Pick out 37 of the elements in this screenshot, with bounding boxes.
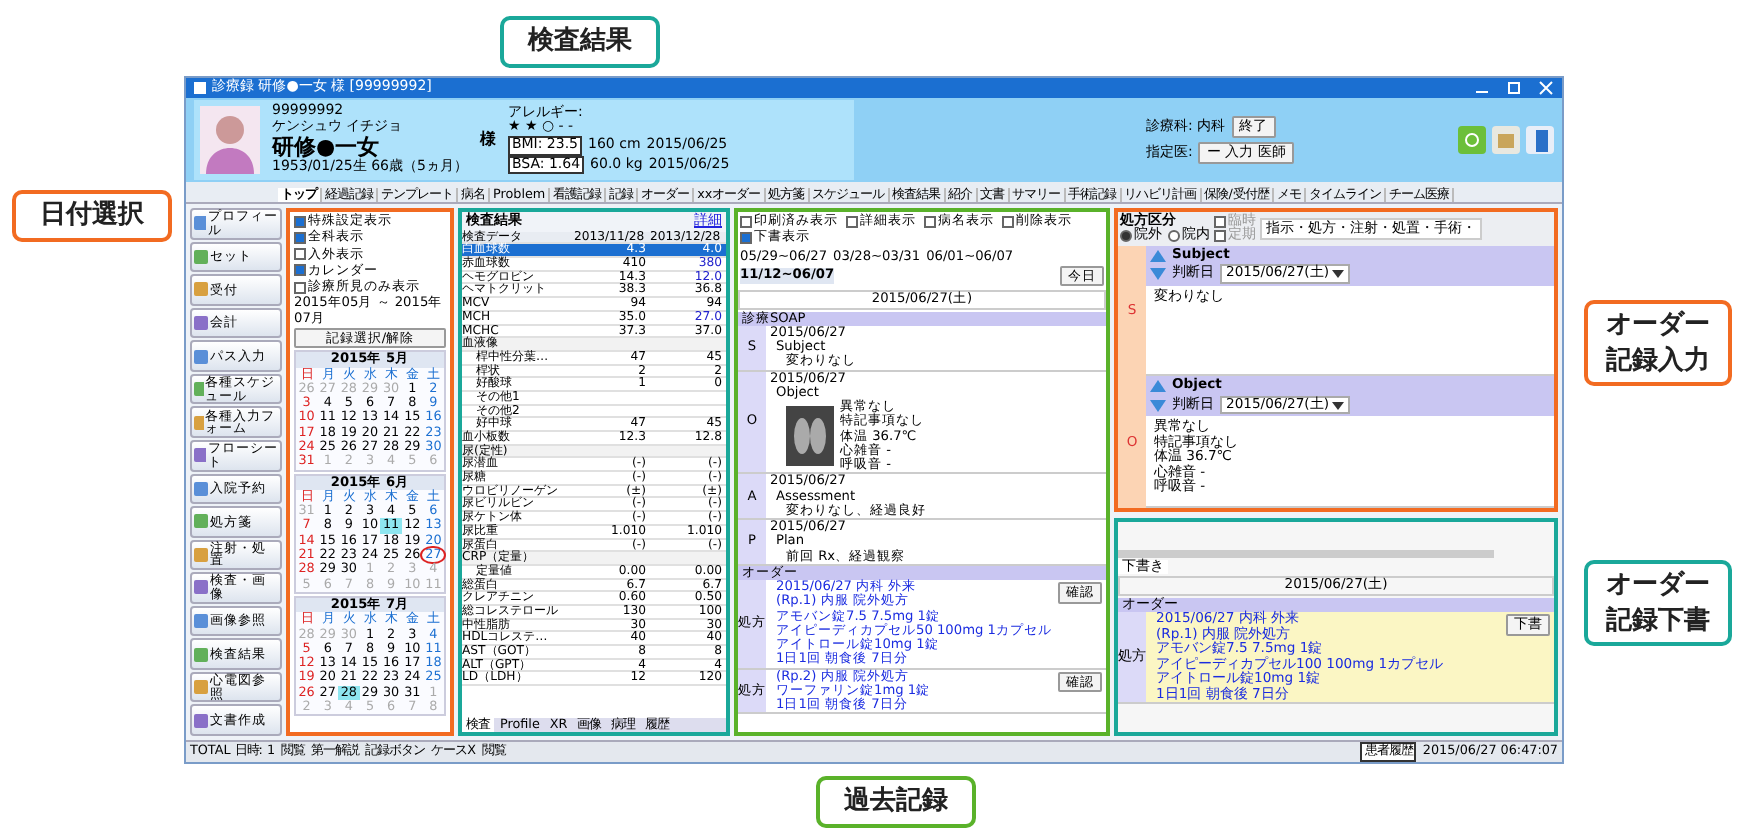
honorific: 様 bbox=[479, 131, 496, 149]
tool-icon bbox=[194, 315, 208, 330]
callout-label: 検査結果 bbox=[500, 16, 660, 68]
tool-icon bbox=[194, 249, 208, 264]
horizontal-scrollbar[interactable] bbox=[1118, 550, 1494, 558]
close-icon[interactable] bbox=[1538, 80, 1554, 96]
down-arrow-icon[interactable] bbox=[1150, 268, 1166, 281]
tool-icon bbox=[194, 647, 208, 662]
tool-icon bbox=[194, 614, 208, 629]
avatar-icon bbox=[200, 106, 260, 174]
caret-icon bbox=[1332, 401, 1345, 410]
door-icon[interactable] bbox=[1526, 126, 1554, 154]
tool-icon bbox=[194, 282, 208, 297]
tool-icon bbox=[194, 680, 208, 695]
callout-label: オーダー記録入力 bbox=[1584, 300, 1732, 387]
up-arrow-icon[interactable] bbox=[1150, 380, 1166, 393]
callout-label: 過去記録 bbox=[816, 776, 976, 828]
callout-label: オーダー記録下書 bbox=[1584, 560, 1732, 647]
tool-icon bbox=[194, 547, 208, 562]
tool-icon bbox=[194, 580, 208, 595]
tool-icon bbox=[194, 216, 206, 231]
refresh-icon[interactable] bbox=[1458, 126, 1486, 154]
tool-icon bbox=[194, 415, 204, 430]
down-arrow-icon[interactable] bbox=[1150, 399, 1166, 412]
caret-icon bbox=[1332, 270, 1345, 279]
app-icon bbox=[194, 82, 206, 94]
tool-icon bbox=[194, 514, 208, 529]
book-icon[interactable] bbox=[1492, 126, 1520, 154]
tool-icon bbox=[194, 349, 208, 364]
tool-icon bbox=[194, 713, 208, 728]
tool-icon bbox=[194, 382, 204, 397]
callout-label: 日付選択 bbox=[12, 190, 172, 242]
patient-name: 研修●一女 bbox=[272, 135, 380, 160]
tool-icon bbox=[194, 481, 208, 496]
maximize-icon[interactable] bbox=[1506, 80, 1522, 96]
tool-icon bbox=[194, 448, 206, 463]
up-arrow-icon[interactable] bbox=[1150, 249, 1166, 262]
